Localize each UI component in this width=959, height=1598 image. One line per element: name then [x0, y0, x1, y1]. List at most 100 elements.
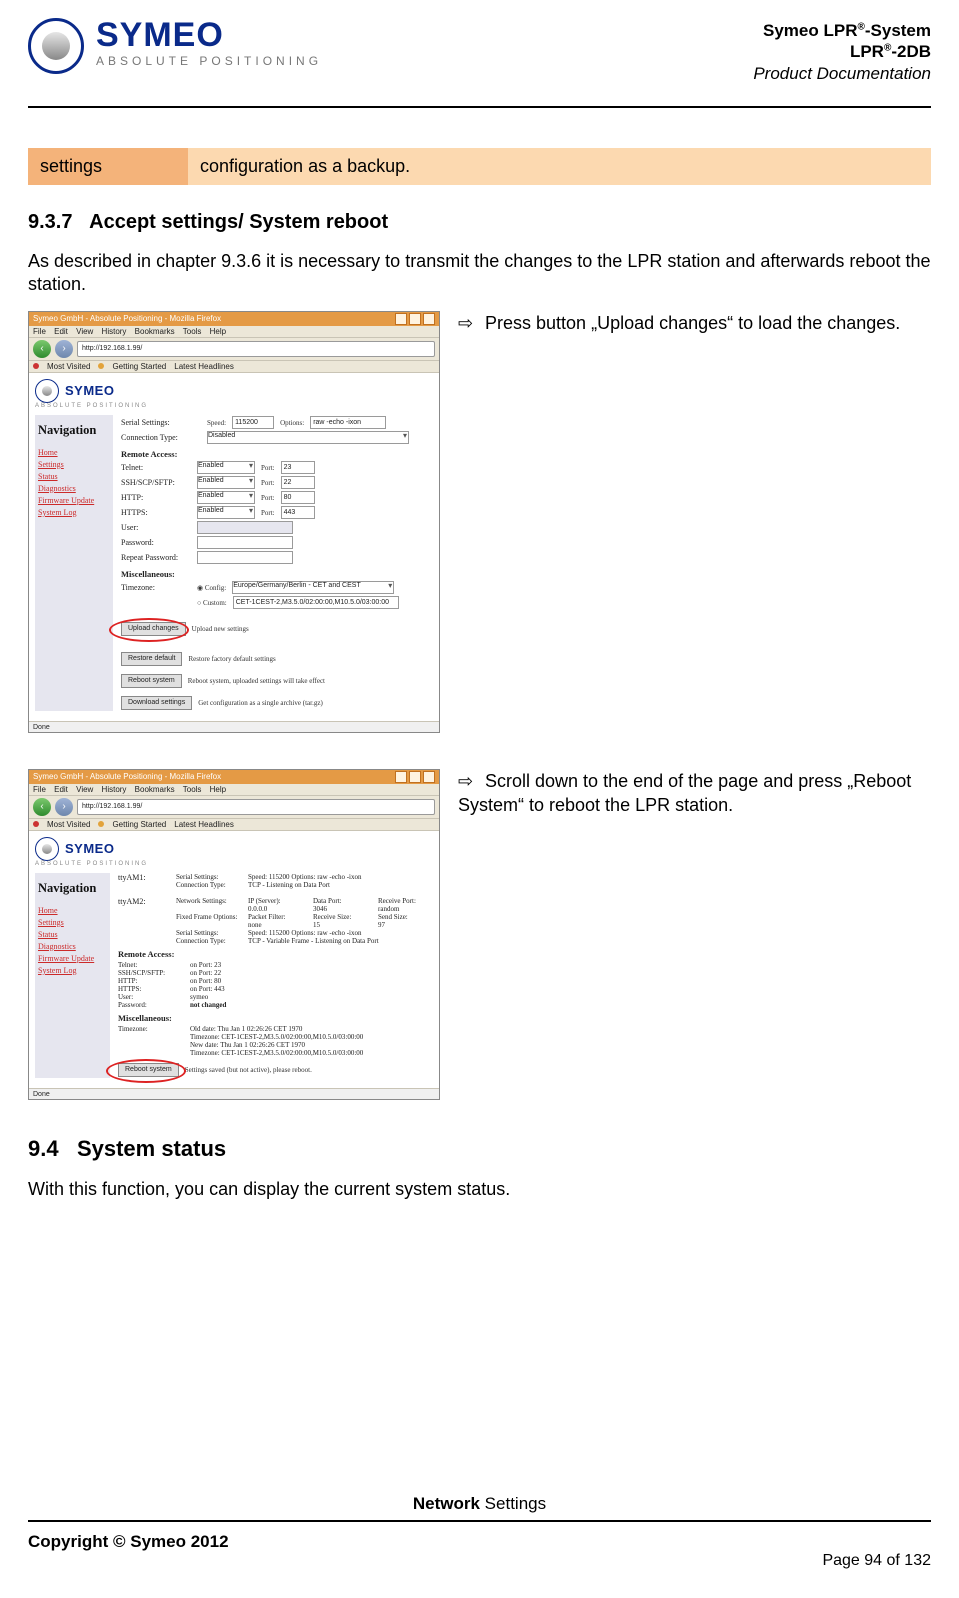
sidebar-item-diagnostics[interactable]: Diagnostics: [38, 942, 107, 951]
forward-icon[interactable]: ›: [55, 798, 73, 816]
sidebar-title: Navigation: [38, 881, 107, 896]
settings-bar-right: configuration as a backup.: [188, 148, 931, 185]
window-title: Symeo GmbH - Absolute Positioning - Mozi…: [33, 772, 221, 781]
bookmark-dot-icon: [33, 821, 39, 827]
label-conn-type: Connection Type:: [121, 433, 201, 442]
sidebar-item-home[interactable]: Home: [38, 448, 110, 457]
brand-mark-icon: [35, 837, 59, 861]
speed-field[interactable]: 115200: [232, 416, 274, 429]
repeat-password-field[interactable]: [197, 551, 293, 564]
url-bar[interactable]: http://192.168.1.99/: [77, 799, 435, 815]
reboot-system-button[interactable]: Reboot system: [121, 674, 182, 688]
sidebar-item-settings[interactable]: Settings: [38, 918, 107, 927]
http-enabled-select[interactable]: Enabled: [197, 491, 255, 504]
close-icon[interactable]: [423, 313, 435, 325]
logo: SYMEO ABSOLUTE POSITIONING: [28, 14, 322, 74]
bookmark-dot-icon: [98, 821, 104, 827]
brand-tagline: ABSOLUTE POSITIONING: [35, 861, 433, 867]
ssh-port-field[interactable]: 22: [281, 476, 315, 489]
window-title: Symeo GmbH - Absolute Positioning - Mozi…: [33, 314, 221, 323]
footer-rule: [28, 1520, 931, 1522]
minimize-icon[interactable]: [395, 313, 407, 325]
minimize-icon[interactable]: [395, 771, 407, 783]
menu-bar[interactable]: File Edit View History Bookmarks Tools H…: [29, 784, 439, 796]
footer-network-bold: Network: [413, 1494, 480, 1513]
heading-miscellaneous: Miscellaneous:: [121, 569, 433, 579]
label-timezone: Timezone:: [121, 583, 191, 592]
user-field[interactable]: [197, 521, 293, 534]
bookmark-bar[interactable]: Most Visited Getting Started Latest Head…: [29, 361, 439, 373]
instruction-step2: Scroll down to the end of the page and p…: [458, 771, 911, 815]
back-icon[interactable]: ‹: [33, 798, 51, 816]
maximize-icon[interactable]: [409, 313, 421, 325]
logo-tagline: ABSOLUTE POSITIONING: [96, 54, 322, 68]
sidebar-item-firmware[interactable]: Firmware Update: [38, 954, 107, 963]
bookmark-latest-headlines[interactable]: Latest Headlines: [174, 362, 234, 371]
logo-name: SYMEO: [96, 18, 322, 52]
footer-copyright: Copyright © Symeo 2012: [28, 1532, 229, 1552]
telnet-port-field[interactable]: 23: [281, 461, 315, 474]
bookmark-most-visited[interactable]: Most Visited: [47, 362, 90, 371]
menu-bar[interactable]: File Edit View History Bookmarks Tools H…: [29, 326, 439, 338]
label-port: Port:: [261, 494, 275, 502]
restore-default-button[interactable]: Restore default: [121, 652, 182, 666]
sidebar-title: Navigation: [38, 423, 110, 438]
bookmark-dot-icon: [98, 363, 104, 369]
https-enabled-select[interactable]: Enabled: [197, 506, 255, 519]
bookmark-latest-headlines[interactable]: Latest Headlines: [174, 820, 234, 829]
reboot-system-button[interactable]: Reboot system: [118, 1063, 179, 1077]
tz-custom-field[interactable]: CET-1CEST-2,M3.5.0/02:00:00,M10.5.0/03:0…: [233, 596, 399, 609]
sidebar-item-firmware[interactable]: Firmware Update: [38, 496, 110, 505]
intro-9-4: With this function, you can display the …: [28, 1178, 931, 1201]
sidebar-item-status[interactable]: Status: [38, 472, 110, 481]
conn-type-select[interactable]: Disabled: [207, 431, 409, 444]
bookmark-bar[interactable]: Most Visited Getting Started Latest Head…: [29, 819, 439, 831]
bookmark-dot-icon: [33, 363, 39, 369]
options-field[interactable]: raw -echo -ixon: [310, 416, 386, 429]
http-port-field[interactable]: 80: [281, 491, 315, 504]
download-settings-button[interactable]: Download settings: [121, 696, 192, 710]
sidebar-item-settings[interactable]: Settings: [38, 460, 110, 469]
settings-highlight-bar: settings configuration as a backup.: [28, 148, 931, 185]
heading-num: 9.3.7: [28, 211, 72, 233]
password-field[interactable]: [197, 536, 293, 549]
label-port: Port:: [261, 509, 275, 517]
bookmark-most-visited[interactable]: Most Visited: [47, 820, 90, 829]
telnet-enabled-select[interactable]: Enabled: [197, 461, 255, 474]
sidebar-item-syslog[interactable]: System Log: [38, 966, 107, 975]
ssh-enabled-select[interactable]: Enabled: [197, 476, 255, 489]
upload-changes-button[interactable]: Upload changes: [121, 622, 186, 636]
label-serial-settings: Serial Settings:: [121, 418, 201, 427]
heading-remote-access: Remote Access:: [121, 449, 433, 459]
footer-page-number: Page 94 of 132: [28, 1552, 931, 1570]
upload-changes-hint: Upload new settings: [192, 625, 249, 633]
footer-network-rest: Settings: [480, 1494, 546, 1513]
label-ssh: SSH/SCP/SFTP:: [121, 478, 191, 487]
close-icon[interactable]: [423, 771, 435, 783]
label-password: Password:: [121, 538, 191, 547]
doc-header: SYMEO ABSOLUTE POSITIONING Symeo LPR®-Sy…: [28, 14, 931, 104]
sidebar-item-status[interactable]: Status: [38, 930, 107, 939]
maximize-icon[interactable]: [409, 771, 421, 783]
sidebar: Navigation Home Settings Status Diagnost…: [35, 873, 110, 1078]
forward-icon[interactable]: ›: [55, 340, 73, 358]
https-port-field[interactable]: 443: [281, 506, 315, 519]
label-telnet: Telnet:: [121, 463, 191, 472]
header-rule: [28, 106, 931, 108]
url-bar[interactable]: http://192.168.1.99/: [77, 341, 435, 357]
heading-title: Accept settings/ System reboot: [89, 211, 388, 233]
brand-mark-icon: [35, 379, 59, 403]
settings-bar-left: settings: [28, 148, 188, 185]
label-repeat-password: Repeat Password:: [121, 553, 191, 562]
bookmark-getting-started[interactable]: Getting Started: [112, 820, 166, 829]
sidebar: Navigation Home Settings Status Diagnost…: [35, 415, 113, 711]
bookmark-getting-started[interactable]: Getting Started: [112, 362, 166, 371]
label-https: HTTPS:: [121, 508, 191, 517]
logo-mark-icon: [28, 18, 84, 74]
instruction-step1: Press button „Upload changes“ to load th…: [485, 313, 900, 333]
back-icon[interactable]: ‹: [33, 340, 51, 358]
sidebar-item-syslog[interactable]: System Log: [38, 508, 110, 517]
sidebar-item-diagnostics[interactable]: Diagnostics: [38, 484, 110, 493]
sidebar-item-home[interactable]: Home: [38, 906, 107, 915]
tz-config-select[interactable]: Europe/Germany/Berlin - CET and CEST: [232, 581, 394, 594]
